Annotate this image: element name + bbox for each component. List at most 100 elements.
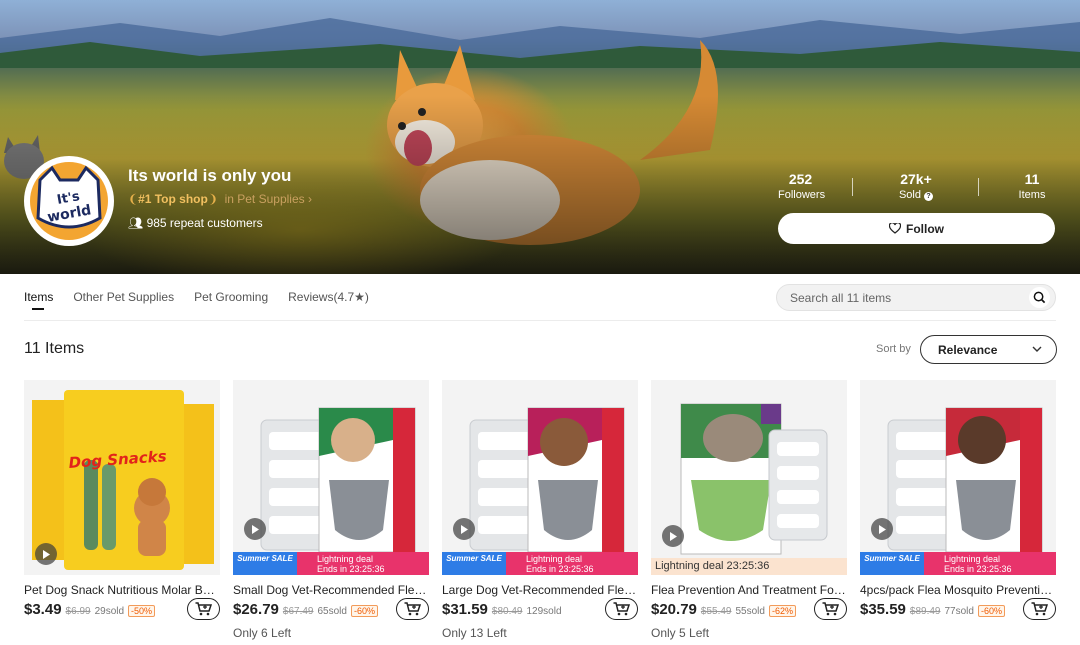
- stat-followers: 252 Followers: [778, 171, 826, 201]
- deal-label: Lightning deal: [317, 554, 374, 564]
- original-price: $80.49: [491, 606, 523, 617]
- cart-icon: [613, 602, 630, 616]
- add-to-cart-button[interactable]: [814, 598, 847, 620]
- top-shop-label: #1 Top shop: [138, 192, 208, 206]
- cart-icon: [822, 602, 839, 616]
- sold-count: 55sold: [735, 606, 765, 617]
- product-price: $31.59: [442, 601, 488, 618]
- product-card[interactable]: Summer SALE Lightning deal Ends in 23:25:…: [233, 380, 429, 640]
- shop-logo[interactable]: It's world: [24, 156, 114, 246]
- sort-select[interactable]: Relevance: [920, 335, 1057, 364]
- product-image[interactable]: Lightning deal 23:25:36: [651, 380, 847, 575]
- lightning-deal-banner: Summer SALE Lightning deal Ends in 23:25:…: [860, 552, 1056, 575]
- stat-value: 11: [1024, 171, 1040, 187]
- product-title[interactable]: Small Dog Vet-Recommended Flea, ...: [233, 583, 429, 597]
- repeat-customers-text: 985 repeat customers: [146, 216, 263, 230]
- product-card[interactable]: Lightning deal 23:25:36 Flea Prevention …: [651, 380, 847, 640]
- stock-left: Only 6 Left: [233, 626, 292, 640]
- top-shop-category: in Pet Supplies: [224, 192, 305, 206]
- product-price: $3.49: [24, 601, 62, 618]
- sold-count: 77sold: [944, 606, 974, 617]
- discount-badge: -60%: [977, 605, 1005, 617]
- lightning-deal-banner: Summer SALE Lightning deal Ends in 23:25:…: [233, 552, 429, 575]
- tab-pet-grooming[interactable]: Pet Grooming: [194, 290, 268, 304]
- cart-icon: [195, 602, 212, 616]
- divider: [978, 178, 979, 196]
- shop-tabs: Items Other Pet Supplies Pet Grooming Re…: [24, 290, 369, 310]
- product-card[interactable]: Summer SALE Lightning deal Ends in 23:25:…: [860, 380, 1056, 623]
- product-card[interactable]: Dog Snacks Pet Dog Snack Nutritious Mola…: [24, 380, 220, 623]
- discount-badge: -62%: [768, 605, 796, 617]
- tab-reviews[interactable]: Reviews(4.7★): [288, 290, 369, 304]
- play-icon[interactable]: [35, 543, 57, 565]
- deal-timer: Ends in 23:25:36: [944, 564, 1012, 574]
- product-price: $26.79: [233, 601, 279, 618]
- shop-name: Its world is only you: [128, 166, 292, 185]
- product-image[interactable]: Summer SALE Lightning deal Ends in 23:25:…: [233, 380, 429, 575]
- follow-label: Follow: [906, 221, 944, 236]
- sort-label: Sort by: [876, 343, 911, 355]
- chevron-down-icon: [1032, 346, 1042, 352]
- laurel-icon: ❨: [128, 192, 139, 206]
- search-input[interactable]: Search all 11 items: [776, 284, 1056, 311]
- original-price: $89.49: [909, 606, 941, 617]
- search-icon[interactable]: [1029, 287, 1050, 308]
- sold-count: 65sold: [317, 606, 347, 617]
- stat-sold: 27k+ Sold ?: [893, 171, 939, 201]
- add-to-cart-button[interactable]: [1023, 598, 1056, 620]
- product-image[interactable]: Summer SALE Lightning deal Ends in 23:25:…: [442, 380, 638, 575]
- sold-count: 29sold: [94, 606, 125, 617]
- add-to-cart-button[interactable]: [396, 598, 429, 620]
- play-icon[interactable]: [662, 525, 684, 547]
- top-shop-badge[interactable]: ❨#1 Top shop❩ in Pet Supplies ›: [128, 192, 312, 206]
- stat-label: Sold: [898, 189, 921, 201]
- add-to-cart-button[interactable]: [605, 598, 638, 620]
- product-photo: [469, 407, 625, 553]
- stat-label: Followers: [778, 189, 826, 201]
- summer-sale-badge: Summer SALE: [442, 552, 506, 575]
- product-card[interactable]: Summer SALE Lightning deal Ends in 23:25:…: [442, 380, 638, 640]
- summer-sale-badge: Summer SALE: [860, 552, 924, 575]
- play-icon[interactable]: [453, 518, 475, 540]
- tab-other-pet-supplies[interactable]: Other Pet Supplies: [73, 290, 174, 304]
- users-icon: 👥︎: [128, 216, 144, 230]
- deal-timer: Ends in 23:25:36: [317, 564, 385, 574]
- add-to-cart-button[interactable]: [187, 598, 220, 620]
- follow-button[interactable]: Follow: [778, 213, 1055, 244]
- info-icon[interactable]: ?: [924, 192, 934, 201]
- original-price: $6.99: [65, 606, 91, 617]
- play-icon[interactable]: [244, 518, 266, 540]
- product-photo: [887, 407, 1043, 553]
- product-title[interactable]: Large Dog Vet-Recommended Flea, ...: [442, 583, 638, 597]
- stock-left: Only 13 Left: [442, 626, 507, 640]
- product-price: $35.59: [860, 601, 906, 618]
- product-image[interactable]: Summer SALE Lightning deal Ends in 23:25:…: [860, 380, 1056, 575]
- product-title[interactable]: Pet Dog Snack Nutritious Molar Bon...: [24, 583, 220, 597]
- cat-logo-icon: It's world: [36, 165, 102, 229]
- chevron-right-icon: ›: [304, 192, 312, 206]
- cart-icon: [404, 602, 421, 616]
- lightning-deal-banner: Lightning deal 23:25:36: [651, 558, 847, 575]
- product-price: $20.79: [651, 601, 697, 618]
- play-icon[interactable]: [871, 518, 893, 540]
- sort-value: Relevance: [938, 342, 998, 357]
- product-image[interactable]: Dog Snacks: [24, 380, 220, 575]
- original-price: $67.49: [282, 606, 314, 617]
- deal-timer: Ends in 23:25:36: [526, 564, 594, 574]
- divider: [852, 178, 853, 196]
- repeat-customers: 👥︎ 985 repeat customers: [128, 216, 263, 230]
- tab-items[interactable]: Items: [24, 290, 53, 310]
- product-title[interactable]: 4pcs/pack Flea Mosquito Prevention...: [860, 583, 1056, 597]
- sold-count: 129sold: [526, 606, 562, 617]
- original-price: $55.49: [700, 606, 732, 617]
- stat-value: 27k+: [900, 171, 932, 187]
- discount-badge: -60%: [350, 605, 378, 617]
- items-count: 11 Items: [24, 340, 85, 357]
- product-photo: [680, 403, 828, 555]
- product-title[interactable]: Flea Prevention And Treatment For L...: [651, 583, 847, 597]
- deal-label: Lightning deal: [944, 554, 1001, 564]
- laurel-icon: ❩: [207, 192, 218, 206]
- shop-banner: It's world Its world is only you ❨#1 Top…: [0, 0, 1080, 274]
- lightning-deal-banner: Summer SALE Lightning deal Ends in 23:25:…: [442, 552, 638, 575]
- stat-value: 252: [788, 171, 813, 187]
